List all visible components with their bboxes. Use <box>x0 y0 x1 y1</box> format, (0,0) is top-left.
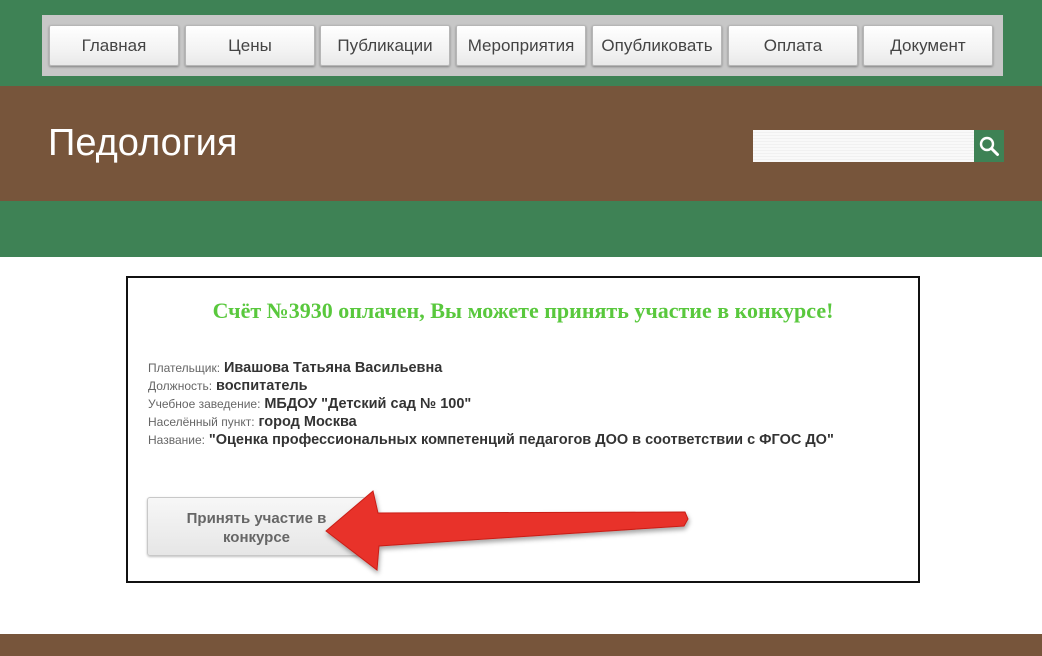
institution-label: Учебное заведение: <box>148 397 261 411</box>
join-contest-button[interactable]: Принять участие в конкурсе <box>147 497 366 556</box>
nav-item-home[interactable]: Главная <box>49 25 179 66</box>
position-value: воспитатель <box>215 378 308 394</box>
site-title[interactable]: Педология <box>48 122 237 165</box>
position-label: Должность: <box>148 379 213 393</box>
green-band <box>0 201 1042 257</box>
contest-name-label: Название: <box>148 433 205 447</box>
locality-label: Населённый пункт: <box>148 415 255 429</box>
nav-item-publish[interactable]: Опубликовать <box>592 25 722 66</box>
locality-value: город Москва <box>258 414 357 430</box>
contest-name-value: "Оценка профессиональных компетенций пед… <box>208 432 834 448</box>
institution-value: МБДОУ "Детский сад № 100" <box>264 396 472 412</box>
search-input[interactable] <box>753 130 974 162</box>
search-icon <box>979 136 999 156</box>
nav-item-prices[interactable]: Цены <box>185 25 315 66</box>
nav-item-publications[interactable]: Публикации <box>320 25 450 66</box>
locality-row: Населённый пункт: город Москва <box>148 412 888 431</box>
search-button[interactable] <box>974 130 1004 162</box>
payer-value: Ивашова Татьяна Васильевна <box>223 360 443 376</box>
institution-row: Учебное заведение: МБДОУ "Детский сад № … <box>148 394 888 413</box>
payer-row: Плательщик: Ивашова Татьяна Васильевна <box>148 358 888 377</box>
nav-item-payment[interactable]: Оплата <box>728 25 858 66</box>
contest-name-row: Название: "Оценка профессиональных компе… <box>148 430 888 449</box>
position-row: Должность: воспитатель <box>148 376 888 395</box>
payment-status-title: Счёт №3930 оплачен, Вы можете принять уч… <box>212 298 834 323</box>
nav-item-document[interactable]: Документ <box>863 25 993 66</box>
payer-label: Плательщик: <box>148 361 221 375</box>
nav-item-events[interactable]: Мероприятия <box>456 25 586 66</box>
footer-band <box>0 634 1042 656</box>
main-nav: Главная Цены Публикации Мероприятия Опуб… <box>42 15 1003 76</box>
